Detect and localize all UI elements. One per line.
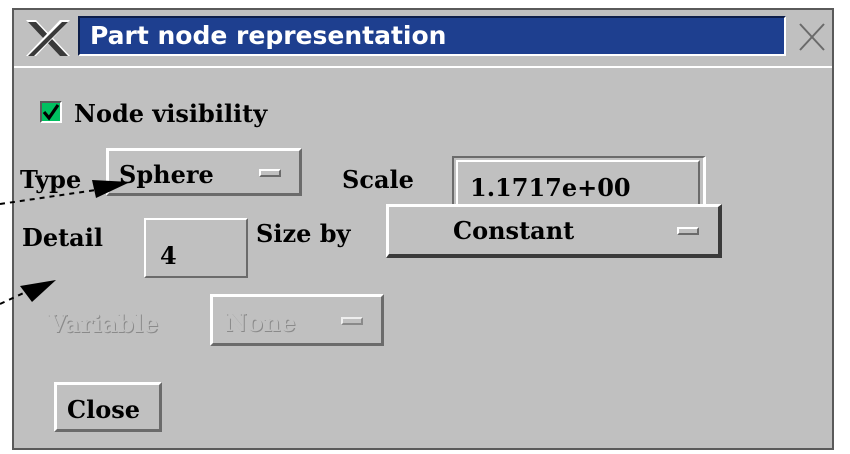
callout-arrowhead-variable bbox=[20, 280, 56, 302]
callout-line-type bbox=[0, 189, 97, 205]
callout-arrows bbox=[0, 180, 130, 305]
callout-arrowhead-type bbox=[92, 180, 130, 198]
